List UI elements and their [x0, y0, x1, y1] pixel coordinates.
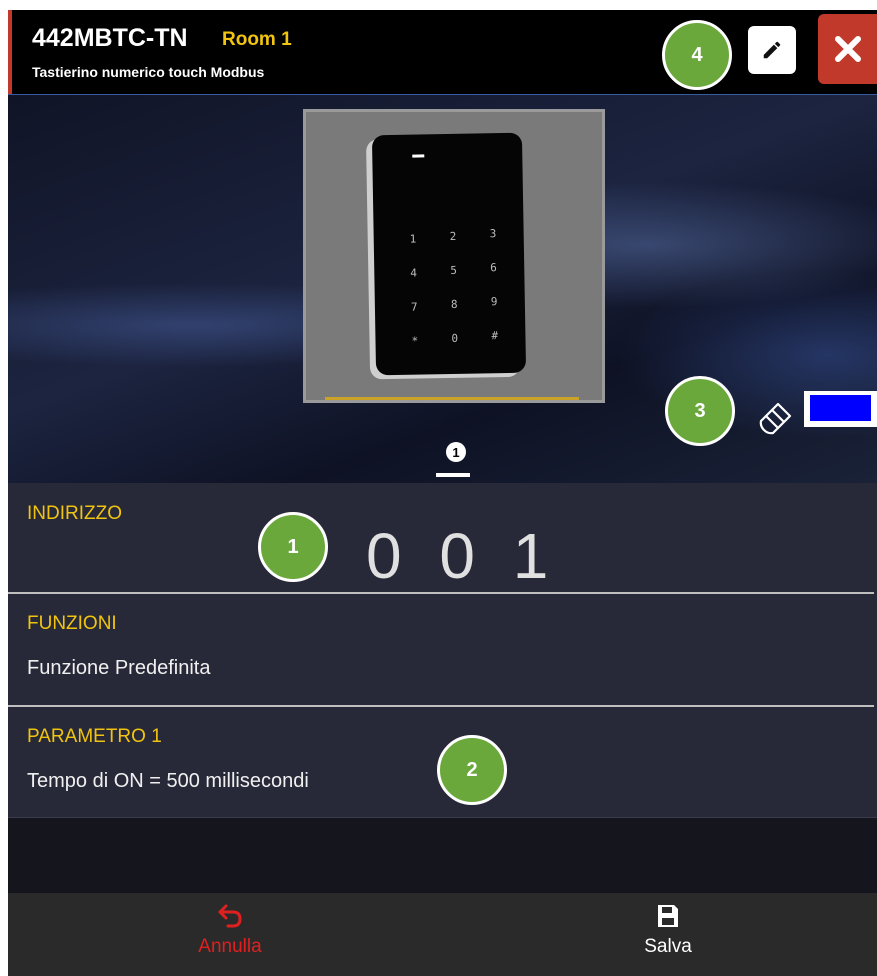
- annotation-badge: 3: [665, 376, 735, 446]
- page-indicator-underline: [436, 473, 470, 477]
- keypad-key: 0: [451, 331, 459, 345]
- device-image-area: 1 2 3 4 5 6 7 8 9 * 0 # 1: [8, 95, 877, 483]
- color-picker[interactable]: [804, 391, 877, 427]
- save-button[interactable]: Salva: [608, 903, 728, 958]
- annotation-badge: 2: [437, 735, 507, 805]
- keypad-key: *: [411, 334, 419, 348]
- keypad-key: #: [491, 329, 499, 343]
- functions-value[interactable]: Funzione Predefinita: [27, 657, 210, 680]
- empty-area: [8, 818, 877, 893]
- room-name: Room 1: [222, 29, 292, 50]
- keypad-key: 6: [490, 261, 497, 275]
- divider: [8, 592, 874, 594]
- undo-icon: [218, 904, 242, 928]
- device-photo: 1 2 3 4 5 6 7 8 9 * 0 #: [303, 109, 605, 403]
- keypad-led: [412, 154, 425, 158]
- keypad-key: 4: [410, 266, 418, 280]
- photo-underline: [325, 397, 579, 400]
- pencil-icon: [763, 41, 781, 59]
- functions-label: FUNZIONI: [27, 613, 117, 634]
- bottom-bar: Annulla Salva: [8, 893, 877, 976]
- cancel-button[interactable]: Annulla: [170, 903, 290, 958]
- annotation-badge: 1: [258, 512, 328, 582]
- keypad-key: 8: [450, 297, 458, 311]
- keypad-key: 5: [450, 263, 458, 277]
- close-icon: [834, 36, 861, 62]
- color-swatch-fill: [810, 395, 871, 421]
- header-accent: [8, 10, 12, 94]
- keypad-key: 1: [409, 232, 417, 246]
- keypad-image: 1 2 3 4 5 6 7 8 9 * 0 #: [371, 132, 527, 376]
- annotation-badge: 4: [662, 20, 732, 90]
- device-description: Tastierino numerico touch Modbus: [32, 64, 265, 80]
- close-button[interactable]: [818, 14, 877, 84]
- keypad-key: 2: [449, 229, 457, 243]
- cancel-label: Annulla: [198, 936, 262, 957]
- paint-brush-icon[interactable]: [758, 400, 794, 436]
- device-model: 442MBTC-TN: [32, 24, 188, 52]
- keypad-key: 9: [490, 295, 498, 309]
- page-indicator[interactable]: 1: [446, 442, 466, 462]
- keypad-key: 3: [489, 227, 497, 241]
- edit-button[interactable]: [748, 26, 796, 74]
- header: 442MBTC-TN Room 1 Tastierino numerico to…: [8, 10, 877, 95]
- param1-value[interactable]: Tempo di ON = 500 millisecondi: [27, 770, 309, 793]
- address-value[interactable]: 0 0 1: [366, 519, 558, 593]
- param1-label: PARAMETRO 1: [27, 726, 162, 747]
- save-label: Salva: [644, 936, 692, 957]
- address-label: INDIRIZZO: [27, 503, 122, 524]
- keypad-key: 7: [410, 300, 418, 314]
- save-icon: [658, 905, 678, 927]
- divider: [8, 705, 874, 707]
- device-editor: 442MBTC-TN Room 1 Tastierino numerico to…: [8, 10, 877, 976]
